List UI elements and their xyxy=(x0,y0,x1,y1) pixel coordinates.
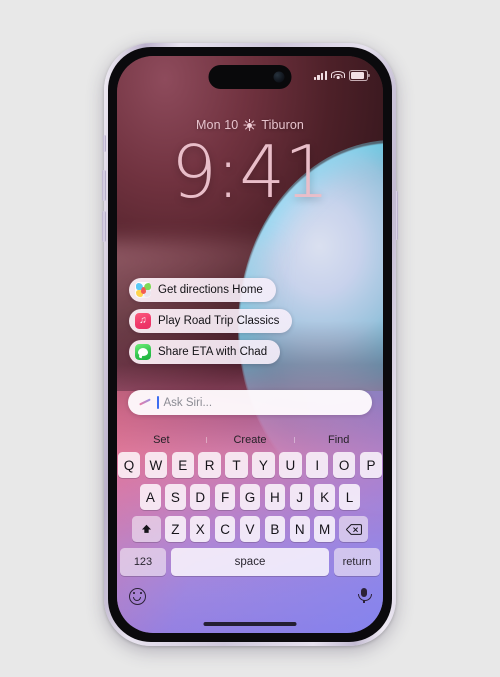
predictive-suggestion-2[interactable]: Create xyxy=(205,434,295,446)
predictive-text-bar: Set Create Find xyxy=(117,428,383,452)
maps-app-icon xyxy=(135,282,151,298)
messages-app-icon xyxy=(135,344,151,360)
dictation-microphone-key[interactable] xyxy=(357,588,372,604)
siri-suggestion-label: Share ETA with Chad xyxy=(158,346,268,358)
sun-icon xyxy=(243,119,256,131)
emoji-key[interactable] xyxy=(129,587,146,605)
siri-suggestion-label: Play Road Trip Classics xyxy=(158,315,280,327)
device-bezel: Mon 10 Tiburon 9:41 Get directions Home … xyxy=(108,47,392,642)
battery-icon xyxy=(349,70,370,81)
text-caret xyxy=(157,396,159,409)
silent-switch[interactable] xyxy=(102,135,106,152)
wifi-icon xyxy=(331,71,345,80)
lock-screen-clock: 9:41 xyxy=(171,130,330,214)
ask-siri-input[interactable]: Ask Siri... xyxy=(128,390,372,415)
predictive-suggestion-1[interactable]: Set xyxy=(117,434,206,446)
volume-down-button[interactable] xyxy=(102,211,106,242)
device-screen: Mon 10 Tiburon 9:41 Get directions Home … xyxy=(117,56,383,633)
siri-suggestion-chip[interactable]: Get directions Home xyxy=(129,278,276,302)
status-bar xyxy=(313,70,370,81)
predictive-suggestion-3[interactable]: Find xyxy=(294,434,383,446)
siri-suggestion-chip[interactable]: ♫ Play Road Trip Classics xyxy=(129,309,293,333)
siri-suggestion-label: Get directions Home xyxy=(158,284,263,296)
home-indicator[interactable] xyxy=(203,622,297,626)
screenshot-canvas: Mon 10 Tiburon 9:41 Get directions Home … xyxy=(0,0,500,677)
dynamic-island[interactable] xyxy=(208,65,292,89)
siri-suggestion-list: Get directions Home ♫ Play Road Trip Cla… xyxy=(129,278,293,364)
front-camera-icon xyxy=(273,71,285,83)
ask-siri-placeholder: Ask Siri... xyxy=(163,396,213,409)
volume-up-button[interactable] xyxy=(102,170,106,201)
cellular-signal-icon xyxy=(313,71,327,80)
music-app-icon: ♫ xyxy=(135,313,151,329)
onscreen-keyboard: Q W E R T Y U I O P A S D F G H J K L Z … xyxy=(117,452,383,633)
iphone-device-frame: Mon 10 Tiburon 9:41 Get directions Home … xyxy=(102,43,398,646)
side-power-button[interactable] xyxy=(394,191,398,240)
siri-suggestion-chip[interactable]: Share ETA with Chad xyxy=(129,340,281,364)
siri-orb-icon xyxy=(137,395,152,410)
